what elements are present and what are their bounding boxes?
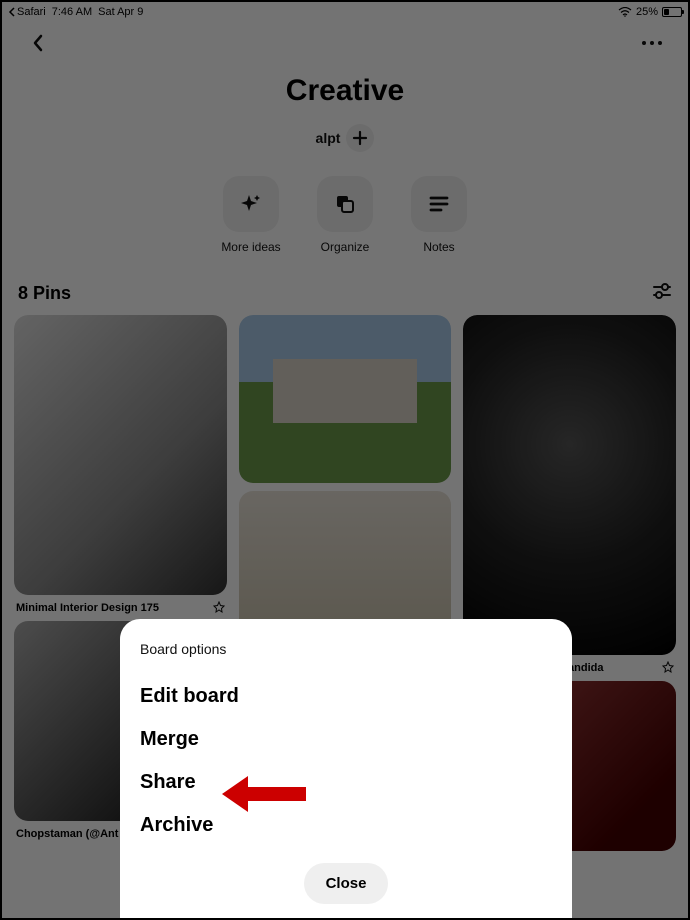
share-option[interactable]: Share [140, 761, 552, 804]
archive-option[interactable]: Archive [140, 804, 552, 847]
close-button[interactable]: Close [304, 863, 389, 904]
merge-option[interactable]: Merge [140, 718, 552, 761]
edit-board-option[interactable]: Edit board [140, 675, 552, 718]
sheet-title: Board options [140, 641, 552, 657]
board-options-sheet: Board options Edit board Merge Share Arc… [120, 619, 572, 918]
